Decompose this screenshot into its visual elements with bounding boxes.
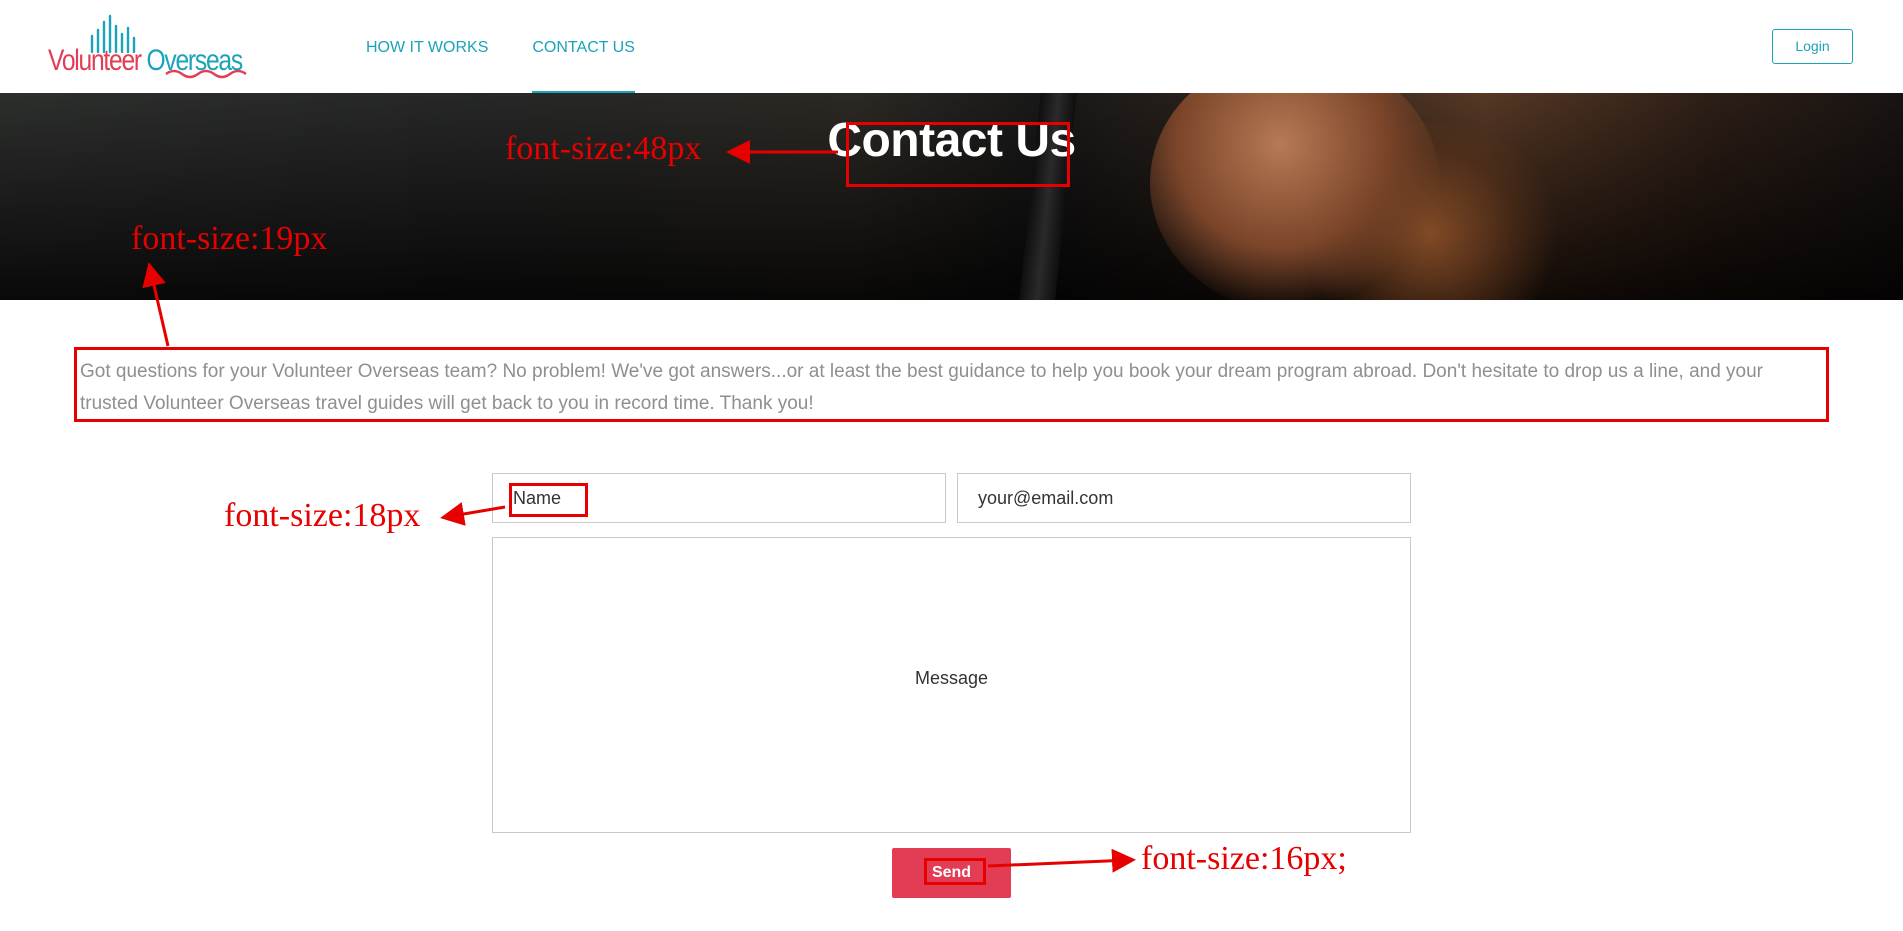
annotation-arrow-button <box>987 848 1136 873</box>
annotation-arrows <box>142 140 1136 873</box>
annotation-arrow-input <box>440 502 506 526</box>
annotation-arrow-intro <box>142 262 170 347</box>
